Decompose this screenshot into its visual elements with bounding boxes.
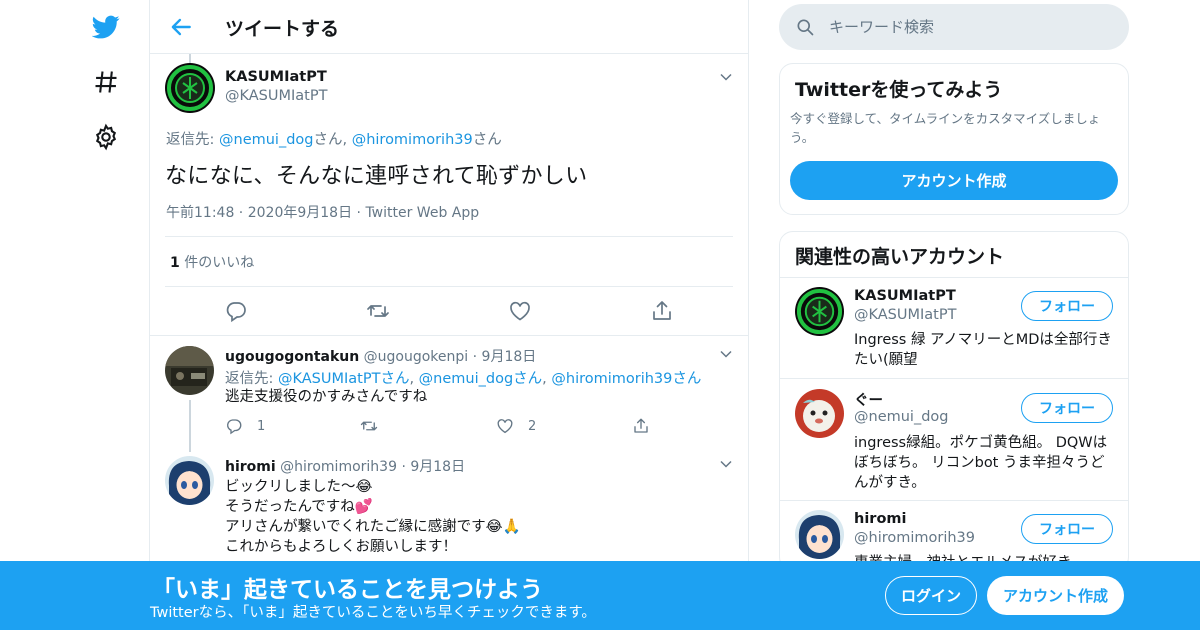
account-bio: ingress緑組。ポケゴ黄色組。 DQWはぼちぼち。 リコンbot うま辛担々…	[854, 435, 1108, 491]
chevron-down-icon[interactable]	[719, 70, 733, 84]
chevron-down-icon[interactable]	[719, 457, 733, 471]
retweet-icon[interactable]	[366, 299, 390, 323]
divider	[165, 236, 733, 237]
retweet-icon	[360, 421, 378, 431]
avatar[interactable]	[795, 287, 844, 336]
account-name[interactable]: ぐー	[854, 389, 883, 410]
tweet-text: なになに、そんなに連呼されて恥ずかしい	[165, 164, 588, 189]
like-icon[interactable]	[508, 299, 532, 323]
related-accounts-card: 関連性の高いアカウント KASUMIatPT @KASUMIatPT フォロー …	[779, 231, 1129, 571]
share-button[interactable]	[632, 417, 664, 435]
search-input[interactable]	[829, 15, 1109, 39]
reply-to: 返信先: @KASUMIatPTさん, @nemui_dogさん, @hirom…	[225, 371, 702, 387]
page-title: ツイートする	[225, 18, 340, 40]
account-handle[interactable]: @KASUMIatPT	[854, 307, 956, 323]
header: ツイートする	[150, 0, 748, 54]
reply-count: 1	[257, 418, 266, 434]
login-button[interactable]: ログイン	[885, 576, 977, 615]
author-name[interactable]: hiromi	[225, 459, 276, 475]
author-handle[interactable]: @KASUMIatPT	[225, 88, 327, 104]
twitter-bird-icon[interactable]	[86, 7, 126, 47]
account-handle[interactable]: @hiromimorih39	[854, 530, 975, 546]
follow-button[interactable]: フォロー	[1021, 514, 1113, 544]
avatar[interactable]	[165, 456, 214, 505]
author-name[interactable]: ugougogontakun	[225, 349, 359, 365]
divider	[780, 378, 1128, 379]
reply-header: hiromi @hiromimorih39 · 9月18日	[225, 459, 466, 475]
tweet-date[interactable]: 9月18日	[410, 459, 465, 475]
account-name[interactable]: hiromi	[854, 511, 907, 527]
avatar[interactable]	[795, 510, 844, 559]
avatar[interactable]	[795, 389, 844, 438]
signup-button[interactable]: アカウント作成	[987, 576, 1124, 615]
banner-title: 「いま」起きていることを見つけよう	[152, 577, 543, 603]
tweet-text: 逃走支援役のかすみさんですね	[225, 389, 428, 405]
reply-to: 返信先: @nemui_dogさん, @hiromimorih39さん	[166, 132, 502, 148]
card-title: 関連性の高いアカウント	[795, 246, 1005, 268]
divider	[150, 335, 748, 336]
like-icon	[497, 419, 513, 434]
account-bio: Ingress 緑 アノマリーとMDは全部行きたい(願望	[854, 332, 1112, 368]
like-count: 2	[528, 418, 537, 434]
card-description: 今すぐ登録して、タイムラインをカスタマイズしましょう。	[790, 111, 1101, 145]
divider	[165, 286, 733, 287]
tweet-text-line: そうだったんですね💕	[225, 499, 373, 515]
thread-line	[189, 400, 191, 452]
mention-link[interactable]: @hiromimorih39	[352, 132, 473, 148]
account-handle[interactable]: @nemui_dog	[854, 409, 948, 425]
follow-button[interactable]: フォロー	[1021, 393, 1113, 423]
reply-button[interactable]: 1	[225, 417, 265, 435]
account-name[interactable]: KASUMIatPT	[854, 288, 956, 304]
gear-icon[interactable]	[86, 117, 126, 157]
back-arrow-icon[interactable]	[168, 14, 194, 40]
reply-icon[interactable]	[224, 299, 248, 323]
divider	[780, 277, 1128, 278]
mention-link[interactable]: @hiromimorih39さん	[551, 371, 701, 387]
reply-header: ugougogontakun @ugougokenpi · 9月18日	[225, 349, 537, 365]
reply-icon	[227, 419, 242, 435]
tweet-source: Twitter Web App	[365, 205, 480, 221]
tweet-meta: 午前11:48 · 2020年9月18日 · Twitter Web App	[166, 205, 480, 221]
retweet-button[interactable]	[360, 417, 392, 435]
card-title: Twitterを使ってみよう	[795, 79, 1003, 101]
share-icon	[634, 418, 648, 433]
search-icon	[797, 19, 814, 36]
chevron-down-icon[interactable]	[719, 347, 733, 361]
hashtag-icon[interactable]	[86, 62, 126, 102]
author-handle[interactable]: @hiromimorih39	[280, 459, 397, 475]
author-handle[interactable]: @ugougokenpi	[364, 349, 469, 365]
signup-card: Twitterを使ってみよう 今すぐ登録して、タイムラインをカスタマイズしましょ…	[779, 63, 1129, 215]
create-account-button[interactable]: アカウント作成	[790, 161, 1118, 200]
avatar[interactable]	[165, 63, 215, 113]
author-name[interactable]: KASUMIatPT	[225, 69, 327, 85]
mention-link[interactable]: @KASUMIatPTさん	[278, 371, 409, 387]
banner-subtitle: Twitterなら、「いま」起きていることをいち早くチェックできます。	[150, 605, 596, 621]
mention-link[interactable]: @nemui_dog	[219, 132, 313, 148]
like-button[interactable]: 2	[496, 417, 536, 435]
signup-banner: 「いま」起きていることを見つけよう Twitterなら、「いま」起きていることを…	[0, 561, 1200, 630]
search-box[interactable]	[779, 4, 1129, 50]
tweet-text-line: これからもよろしくお願いします！	[225, 539, 457, 555]
tweet-column: ツイートする KASUMIatPT @KASUMIatPT 返信先: @nemu…	[149, 0, 749, 630]
tweet-time[interactable]: 午前11:48	[166, 205, 234, 221]
tweet-text-line: アリさんが繋いでくれたご縁に感謝です😂🙏	[225, 519, 521, 535]
mention-link[interactable]: @nemui_dogさん	[419, 371, 542, 387]
tweet-text-line: ビックリしました～😂	[225, 479, 373, 495]
divider	[780, 500, 1128, 501]
tweet-date[interactable]: 9月18日	[482, 349, 537, 365]
tweet-date[interactable]: 2020年9月18日	[248, 205, 352, 221]
avatar[interactable]	[165, 346, 214, 395]
share-icon[interactable]	[650, 299, 674, 323]
follow-button[interactable]: フォロー	[1021, 291, 1113, 321]
likes-count[interactable]: 1 件のいいね	[170, 252, 254, 272]
